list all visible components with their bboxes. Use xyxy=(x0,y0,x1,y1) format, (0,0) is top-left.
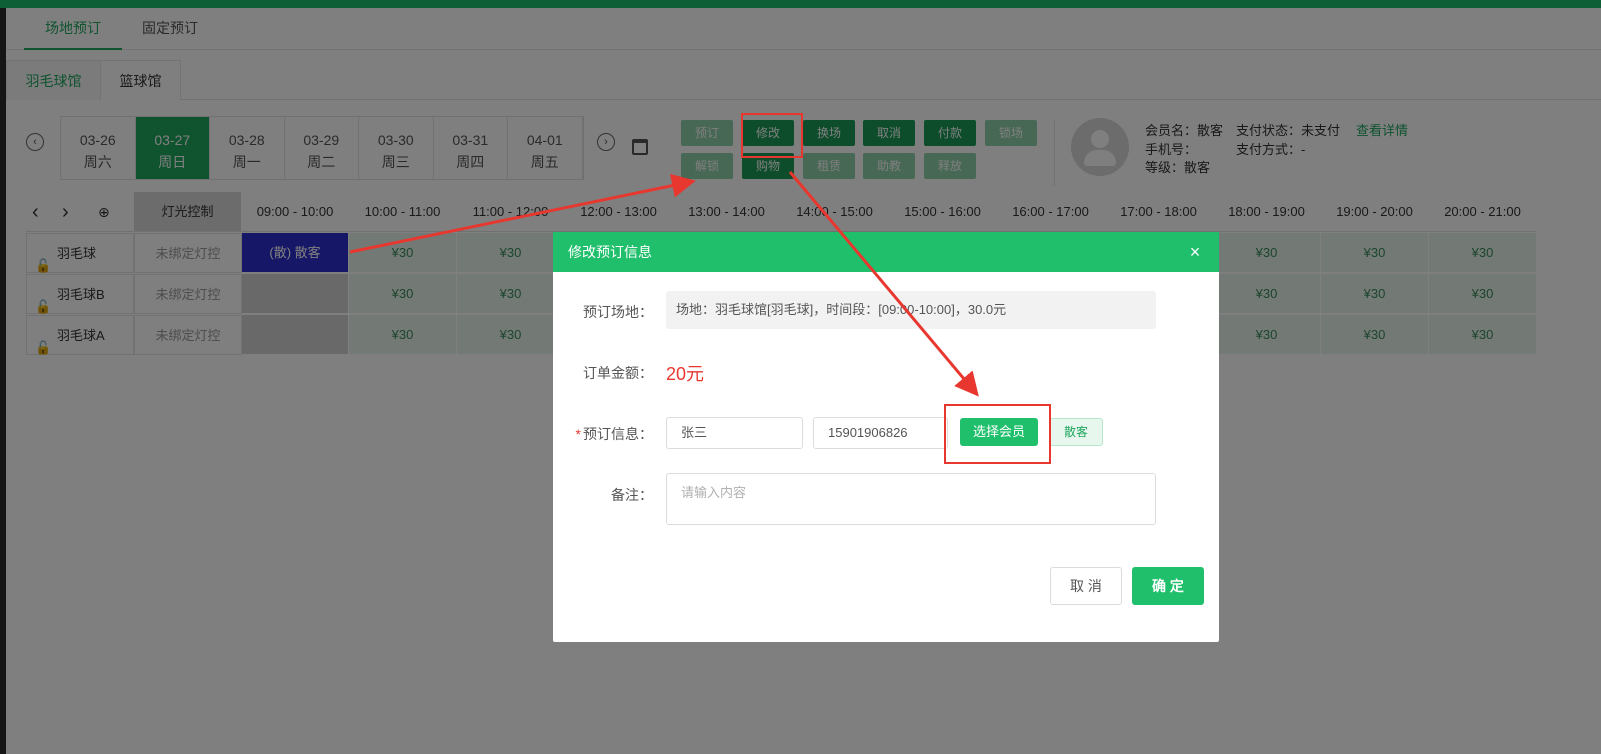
annotation-box-modify xyxy=(741,113,803,158)
cancel-button[interactable]: 取 消 xyxy=(1050,567,1122,605)
name-field[interactable]: 张三 xyxy=(666,417,803,449)
close-icon[interactable]: × xyxy=(1187,243,1203,261)
modal-title: 修改预订信息 xyxy=(553,232,1219,272)
remark-label: 备注： xyxy=(611,487,653,503)
edit-booking-modal: 修改预订信息 × 预订场地： 场地：羽毛球馆[羽毛球]，时间段：[09:00-1… xyxy=(553,232,1219,642)
info-label: * 预订信息： xyxy=(575,426,653,442)
venue-value: 场地：羽毛球馆[羽毛球]，时间段：[09:00-10:00]，30.0元 xyxy=(666,291,1156,329)
phone-field[interactable]: 15901906826 xyxy=(813,417,948,449)
amount-label: 订单金额： xyxy=(583,365,653,381)
guest-button[interactable]: 散客 xyxy=(1049,418,1103,446)
confirm-button[interactable]: 确 定 xyxy=(1132,567,1204,605)
venue-label: 预订场地： xyxy=(583,304,653,320)
remark-textarea[interactable]: 请输入内容 xyxy=(666,473,1156,525)
amount-value: 20元 xyxy=(666,364,705,384)
annotation-box-select-member xyxy=(944,404,1051,464)
